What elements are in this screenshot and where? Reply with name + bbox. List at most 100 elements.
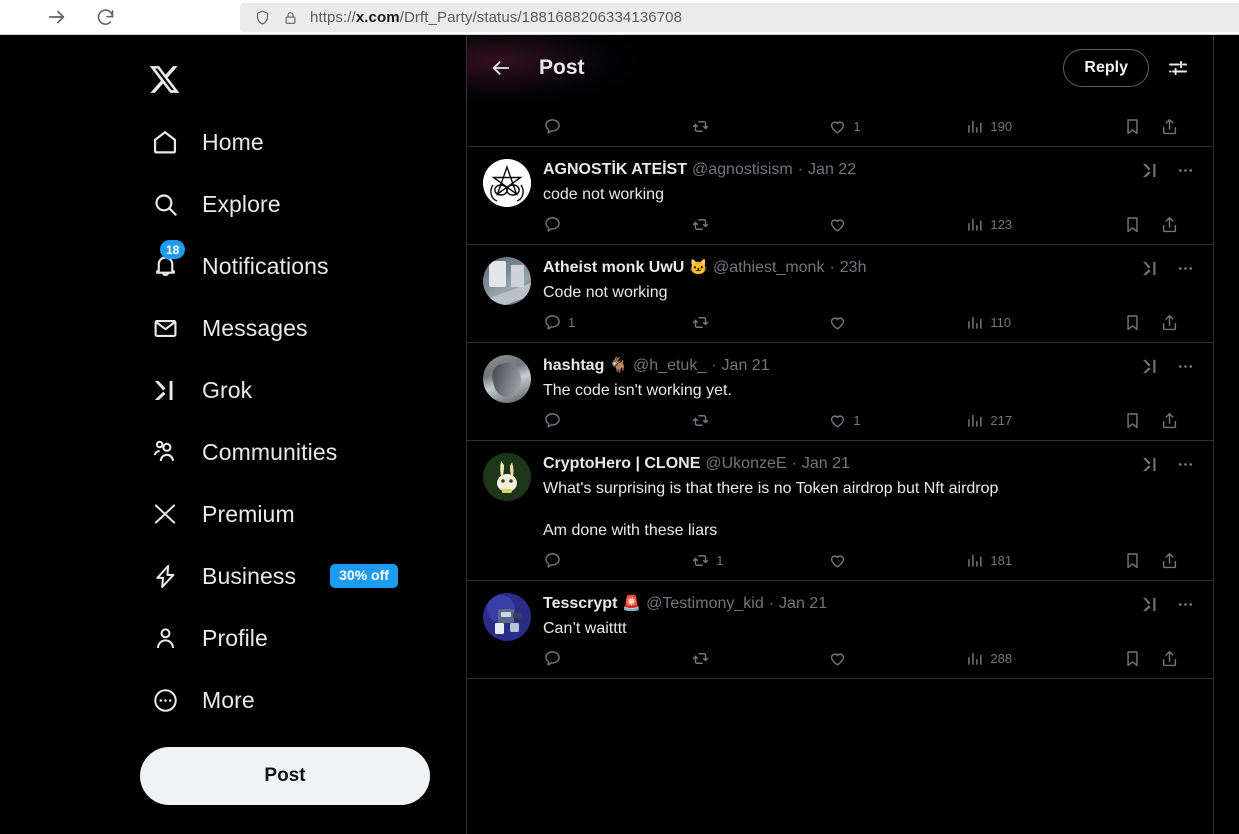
sidebar-item-profile[interactable]: Profile bbox=[140, 607, 440, 669]
reply-action[interactable] bbox=[543, 411, 691, 430]
views-action[interactable]: 217 bbox=[965, 411, 1122, 430]
retweet-action[interactable] bbox=[691, 215, 828, 234]
bookmark-action[interactable] bbox=[1123, 649, 1160, 668]
more-dots-icon[interactable] bbox=[1176, 595, 1195, 614]
timestamp[interactable]: Jan 22 bbox=[808, 159, 856, 181]
grok-icon[interactable] bbox=[1141, 259, 1160, 278]
reply-action[interactable]: 1 bbox=[543, 313, 691, 332]
retweet-action[interactable] bbox=[691, 411, 828, 430]
author-name[interactable]: Tesscrypt bbox=[543, 593, 617, 615]
views-action[interactable]: 181 bbox=[965, 551, 1122, 570]
avatar[interactable] bbox=[483, 593, 531, 641]
author-name[interactable]: AGNOSTİK ATEİST bbox=[543, 159, 687, 181]
retweet-action[interactable] bbox=[691, 313, 828, 332]
avatar[interactable] bbox=[483, 453, 531, 501]
views-action[interactable]: 123 bbox=[965, 215, 1122, 234]
more-dots-icon[interactable] bbox=[1176, 455, 1195, 474]
author-handle[interactable]: @Testimony_kid bbox=[646, 593, 764, 615]
views-action[interactable]: 288 bbox=[965, 649, 1122, 668]
reply-action[interactable] bbox=[543, 551, 691, 570]
sidebar-item-more[interactable]: More bbox=[140, 669, 440, 731]
bookmark-action[interactable] bbox=[1123, 313, 1160, 332]
author-handle[interactable]: @agnostisism bbox=[692, 159, 793, 181]
tweet-item[interactable]: Atheist monk UwU 🐱 @athiest_monk · 23h C… bbox=[467, 245, 1213, 343]
more-dots-icon[interactable] bbox=[1176, 259, 1195, 278]
tweet-item[interactable]: AGNOSTİK ATEİST @agnostisism · Jan 22 co… bbox=[467, 147, 1213, 245]
like-action[interactable] bbox=[828, 313, 965, 332]
forward-arrow-icon[interactable] bbox=[40, 0, 74, 34]
reply-action[interactable] bbox=[543, 649, 691, 668]
share-action[interactable] bbox=[1160, 551, 1197, 570]
grok-icon[interactable] bbox=[1141, 595, 1160, 614]
views-action[interactable]: 190 bbox=[965, 117, 1122, 136]
sliders-icon[interactable] bbox=[1159, 49, 1197, 87]
share-action[interactable] bbox=[1160, 215, 1197, 234]
sidebar-label: Premium bbox=[202, 500, 295, 527]
reload-icon[interactable] bbox=[88, 0, 122, 34]
address-bar[interactable]: https://x.com/Drft_Party/status/18816882… bbox=[240, 3, 1239, 32]
reply-action[interactable] bbox=[543, 215, 691, 234]
x-logo[interactable] bbox=[140, 51, 196, 107]
timestamp[interactable]: Jan 21 bbox=[802, 453, 850, 475]
tweet-text: code not working bbox=[543, 186, 664, 203]
reply-button[interactable]: Reply bbox=[1063, 49, 1149, 87]
timestamp[interactable]: Jan 21 bbox=[722, 355, 770, 377]
reply-action[interactable] bbox=[543, 117, 691, 136]
lock-icon bbox=[283, 10, 298, 26]
avatar[interactable] bbox=[483, 159, 531, 207]
like-action[interactable] bbox=[828, 215, 965, 234]
sidebar-item-business[interactable]: Business 30% off bbox=[140, 545, 440, 607]
retweet-action[interactable]: 1 bbox=[691, 551, 828, 570]
views-action[interactable]: 110 bbox=[965, 313, 1122, 332]
share-action[interactable] bbox=[1160, 117, 1197, 136]
bookmark-action[interactable] bbox=[1123, 551, 1160, 570]
sidebar-item-explore[interactable]: Explore bbox=[140, 173, 440, 235]
like-action[interactable]: 1 bbox=[828, 411, 965, 430]
sidebar-item-communities[interactable]: Communities bbox=[140, 421, 440, 483]
timestamp[interactable]: 23h bbox=[840, 257, 867, 279]
avatar[interactable] bbox=[483, 257, 531, 305]
grok-icon[interactable] bbox=[1141, 357, 1160, 376]
sidebar-item-notifications[interactable]: 18 Notifications bbox=[140, 235, 440, 297]
author-handle[interactable]: @athiest_monk bbox=[713, 257, 824, 279]
sidebar-item-grok[interactable]: Grok bbox=[140, 359, 440, 421]
like-action[interactable] bbox=[828, 551, 965, 570]
like-action[interactable]: 1 bbox=[828, 117, 965, 136]
bookmark-action[interactable] bbox=[1123, 411, 1160, 430]
grok-icon[interactable] bbox=[1141, 455, 1160, 474]
retweet-count: 1 bbox=[716, 553, 724, 568]
bookmark-action[interactable] bbox=[1123, 215, 1160, 234]
tweet-item[interactable]: Tesscrypt 🚨 @Testimony_kid · Jan 21 Can’… bbox=[467, 581, 1213, 679]
retweet-action[interactable] bbox=[691, 117, 828, 136]
like-action[interactable] bbox=[828, 649, 965, 668]
sidebar-label: Notifications bbox=[202, 252, 329, 279]
author-name[interactable]: hashtag bbox=[543, 355, 604, 377]
post-button[interactable]: Post bbox=[140, 747, 430, 805]
share-action[interactable] bbox=[1160, 649, 1197, 668]
bell-icon: 18 bbox=[148, 240, 186, 283]
sidebar-item-home[interactable]: Home bbox=[140, 111, 440, 173]
people-icon bbox=[148, 435, 182, 469]
sidebar-item-premium[interactable]: Premium bbox=[140, 483, 440, 545]
sidebar-item-messages[interactable]: Messages bbox=[140, 297, 440, 359]
separator: · bbox=[829, 259, 835, 276]
grok-icon[interactable] bbox=[1141, 161, 1160, 180]
tweet-item[interactable]: hashtag 🐐 @h_etuk_ · Jan 21 The code isn… bbox=[467, 343, 1213, 441]
author-handle[interactable]: @UkonzeE bbox=[705, 453, 786, 475]
back-arrow-icon[interactable] bbox=[483, 50, 519, 86]
share-action[interactable] bbox=[1160, 313, 1197, 332]
lightning-icon bbox=[148, 559, 182, 593]
retweet-action[interactable] bbox=[691, 649, 828, 668]
author-name[interactable]: CryptoHero | CLONE bbox=[543, 453, 700, 475]
tweet-item[interactable]: CryptoHero | CLONE @UkonzeE · Jan 21 Wha… bbox=[467, 441, 1213, 581]
views-count: 288 bbox=[990, 651, 1013, 666]
share-action[interactable] bbox=[1160, 411, 1197, 430]
avatar[interactable] bbox=[483, 355, 531, 403]
author-handle[interactable]: @h_etuk_ bbox=[633, 355, 706, 377]
author-name[interactable]: Atheist monk UwU bbox=[543, 257, 684, 279]
more-dots-icon[interactable] bbox=[1176, 161, 1195, 180]
more-dots-icon[interactable] bbox=[1176, 357, 1195, 376]
timestamp[interactable]: Jan 21 bbox=[779, 593, 827, 615]
envelope-icon bbox=[148, 311, 182, 345]
bookmark-action[interactable] bbox=[1123, 117, 1160, 136]
